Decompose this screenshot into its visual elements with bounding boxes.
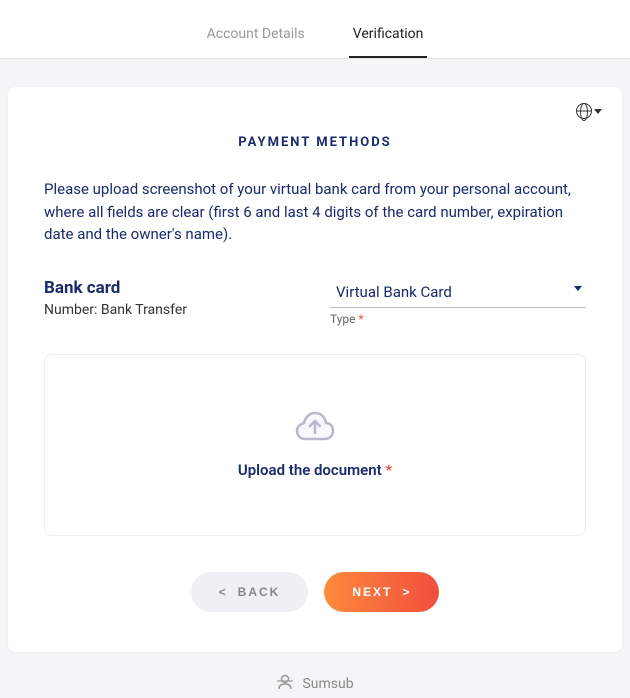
sumsub-icon	[276, 674, 294, 694]
type-select[interactable]: Virtual Bank Card	[330, 278, 586, 308]
nav-buttons: < BACK NEXT >	[44, 572, 586, 612]
tab-account-details[interactable]: Account Details	[203, 18, 309, 58]
upload-label: Upload the document *	[65, 461, 565, 479]
globe-icon	[576, 103, 592, 119]
back-button[interactable]: < BACK	[191, 572, 309, 612]
tab-verification[interactable]: Verification	[349, 18, 428, 58]
verification-card: PAYMENT METHODS Please upload screenshot…	[8, 87, 622, 652]
upload-dropzone[interactable]: Upload the document *	[44, 354, 586, 536]
next-button[interactable]: NEXT >	[324, 572, 439, 612]
footer-brand: Sumsub	[0, 674, 630, 694]
bank-card-title: Bank card	[44, 278, 300, 298]
tab-bar: Account Details Verification	[0, 0, 630, 59]
type-select-wrap: Virtual Bank Card Type *	[330, 278, 586, 326]
type-select-value: Virtual Bank Card	[330, 283, 452, 301]
arrow-right-icon: >	[402, 585, 411, 599]
bank-card-row: Bank card Number: Bank Transfer Virtual …	[44, 278, 586, 326]
bank-card-info: Bank card Number: Bank Transfer	[44, 278, 300, 318]
chevron-down-icon	[594, 109, 602, 114]
type-select-label: Type *	[330, 312, 586, 326]
cloud-upload-icon	[295, 411, 335, 447]
instructions-text: Please upload screenshot of your virtual…	[44, 178, 586, 246]
language-switcher[interactable]	[576, 103, 602, 119]
section-title: PAYMENT METHODS	[44, 135, 586, 150]
footer-brand-text: Sumsub	[302, 676, 353, 692]
chevron-down-icon	[574, 286, 582, 291]
bank-card-number: Number: Bank Transfer	[44, 302, 300, 318]
arrow-left-icon: <	[219, 585, 228, 599]
